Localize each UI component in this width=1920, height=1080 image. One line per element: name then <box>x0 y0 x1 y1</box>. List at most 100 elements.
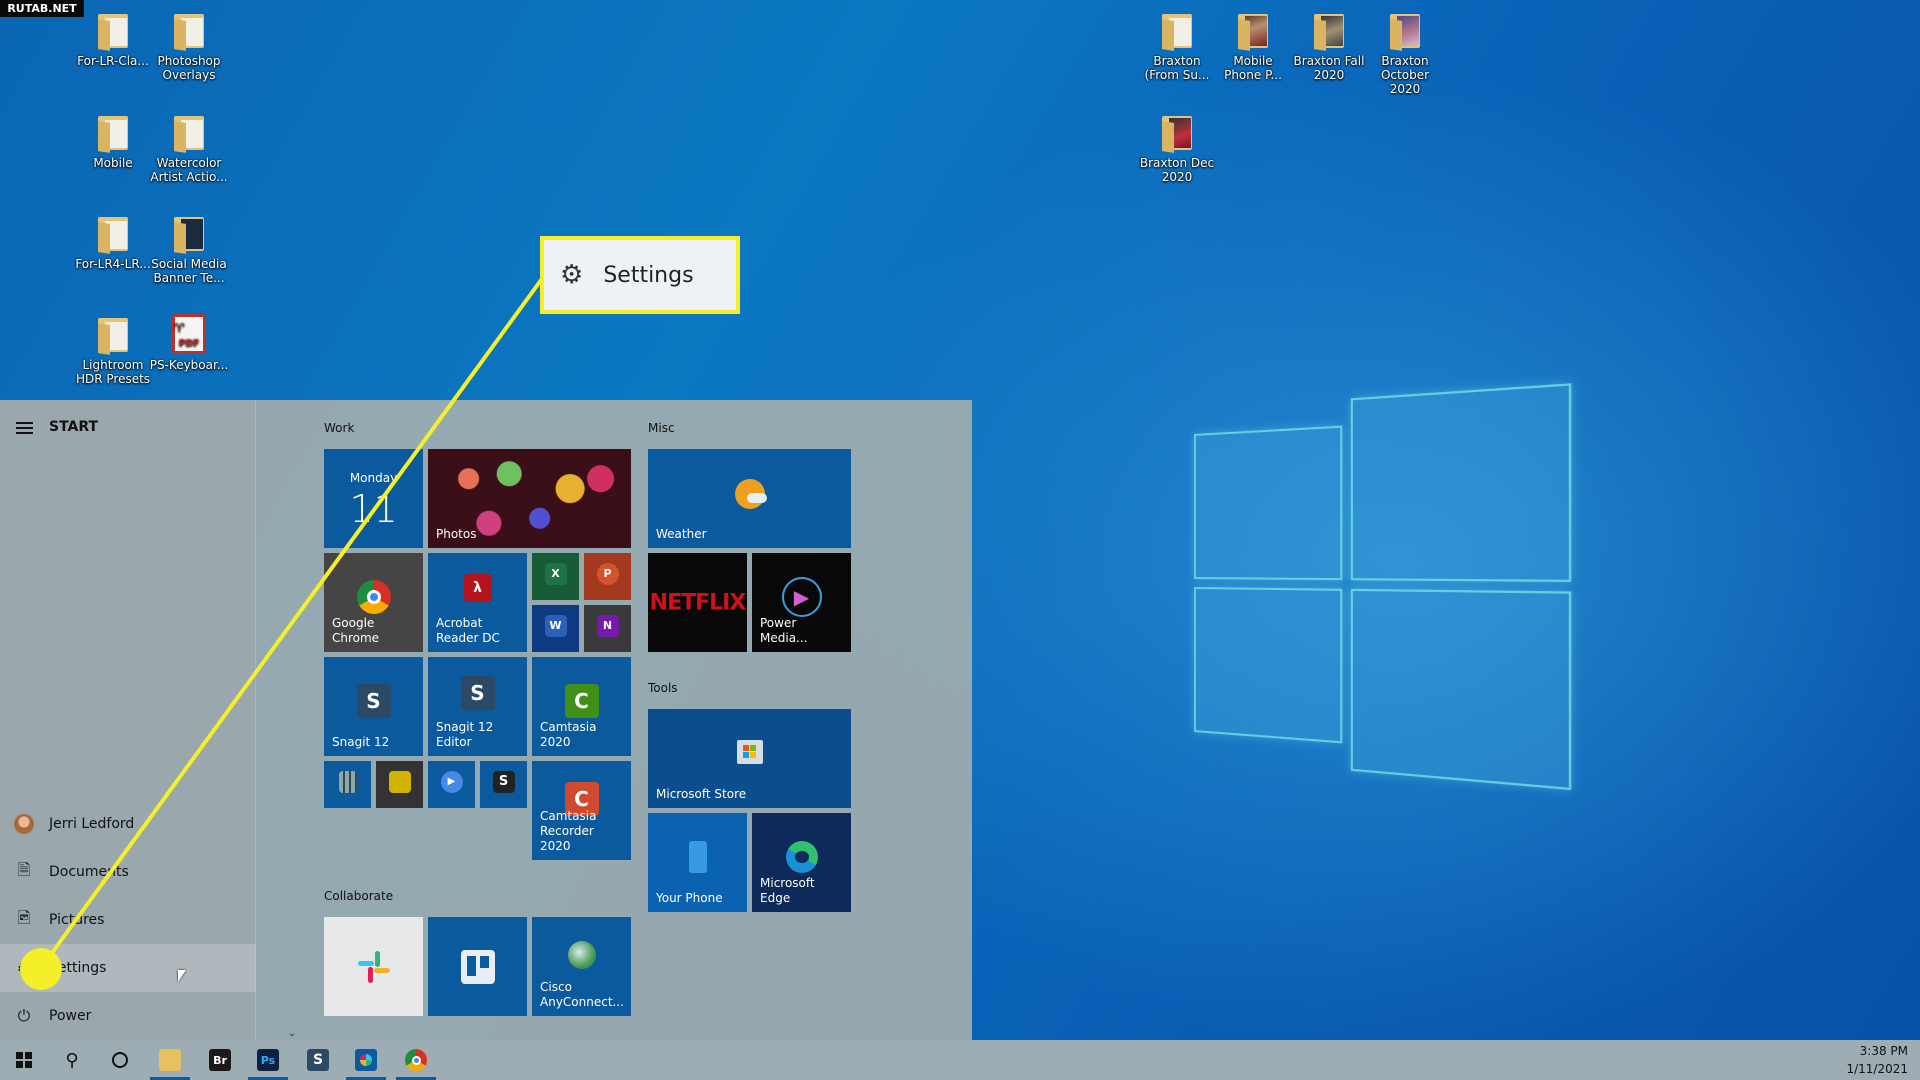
watermark: RUTAB.NET <box>0 0 84 17</box>
trello-icon <box>460 949 495 984</box>
chevron-down-icon[interactable]: ⌄ <box>288 1028 296 1039</box>
tile-sticky-notes[interactable] <box>376 761 423 808</box>
snagit-icon: S <box>356 683 391 718</box>
sidebar-item-documents[interactable]: 🗎 Documents <box>0 848 256 896</box>
taskbar-photoshop[interactable]: Ps <box>244 1040 292 1080</box>
tile-snagit-editor[interactable]: S Snagit 12 Editor <box>428 657 527 756</box>
tile-camtasia-recorder[interactable]: C Camtasia Recorder 2020 <box>532 761 631 860</box>
camtasia-icon: C <box>564 683 599 718</box>
taskbar-bridge[interactable]: Br <box>196 1040 244 1080</box>
cortana-circle-icon <box>112 1052 128 1068</box>
tile-your-phone[interactable]: Your Phone <box>648 813 747 912</box>
cisco-globe-icon <box>567 940 596 969</box>
pictures-icon: 🖻 <box>17 907 31 927</box>
taskbar: ⚲ Br Ps S 3:38 PM 1/11/2021 <box>0 1040 1920 1080</box>
snagit-editor-icon: S <box>460 675 495 710</box>
sticky-notes-icon <box>388 770 411 793</box>
phone-icon <box>688 840 707 873</box>
snagit-icon: S <box>307 1049 329 1071</box>
search-icon: ⚲ <box>65 1049 79 1071</box>
desktop-icon[interactable]: Mobile Phone P... <box>1213 10 1293 82</box>
document-icon: 🗎 <box>17 859 31 879</box>
tile-onenote[interactable]: N <box>584 605 631 652</box>
weather-icon <box>734 478 767 509</box>
excel-icon: X <box>544 562 567 585</box>
tile-microsoft-edge[interactable]: Microsoft Edge <box>752 813 851 912</box>
taskbar-file-explorer[interactable] <box>146 1040 194 1080</box>
search-button[interactable]: ⚲ <box>48 1040 96 1080</box>
start-menu: START Jerri Ledford 🗎 Documents 🖻 Pictur… <box>0 400 972 1040</box>
power-media-icon: ▶ <box>781 576 822 617</box>
gear-icon: ⚙ <box>560 260 584 290</box>
tile-scrivener[interactable]: S <box>480 761 527 808</box>
slack-icon <box>354 947 394 987</box>
start-menu-sidebar: START Jerri Ledford 🗎 Documents 🖻 Pictur… <box>0 400 256 1040</box>
desktop-icon[interactable]: Mobile <box>73 112 153 170</box>
tile-acrobat-reader[interactable]: λ Acrobat Reader DC <box>428 553 527 652</box>
tile-calendar[interactable]: Monday 11 <box>324 449 423 548</box>
tile-trello[interactable] <box>428 917 527 1016</box>
windows-logo-wallpaper <box>1194 354 1572 791</box>
clock-time: 3:38 PM <box>1859 1044 1908 1058</box>
tile-weather[interactable]: Weather <box>648 449 851 548</box>
powerpoint-icon: P <box>596 562 619 585</box>
group-label-work: Work <box>324 421 355 435</box>
tile-calculator[interactable] <box>324 761 371 808</box>
hamburger-menu-icon[interactable] <box>16 422 33 434</box>
settings-callout: ⚙ Settings <box>540 236 740 314</box>
taskbar-snagit[interactable]: S <box>294 1040 342 1080</box>
chrome-icon <box>356 579 391 614</box>
sidebar-item-pictures[interactable]: 🖻 Pictures <box>0 896 256 944</box>
calendar-day: Monday <box>349 471 398 485</box>
word-icon: W <box>544 614 567 637</box>
tile-word[interactable]: W <box>532 605 579 652</box>
tile-cisco-anyconnect[interactable]: Cisco AnyConnect... <box>532 917 631 1016</box>
sidebar-item-power[interactable]: ⏻ Power <box>0 992 256 1040</box>
desktop-icon[interactable]: Braxton Fall 2020 <box>1289 10 1369 82</box>
mouse-cursor <box>178 970 186 982</box>
desktop-icon[interactable]: Braxton (From Su... <box>1137 10 1217 82</box>
pdf-icon: PDF <box>172 314 206 354</box>
power-icon: ⏻ <box>17 1006 31 1025</box>
tile-excel[interactable]: X <box>532 553 579 600</box>
slack-icon <box>355 1049 377 1071</box>
desktop-icon[interactable]: Braxton October 2020 <box>1365 10 1445 96</box>
sidebar-item-user[interactable]: Jerri Ledford <box>0 800 256 848</box>
tile-google-chrome[interactable]: Google Chrome <box>324 553 423 652</box>
desktop-icon[interactable]: For-LR-Cla... <box>73 10 153 68</box>
scrivener-icon: S <box>492 770 515 793</box>
calendar-date: 11 <box>349 487 398 531</box>
desktop-icon[interactable]: Social Media Banner Te... <box>149 213 229 285</box>
tile-camtasia[interactable]: C Camtasia 2020 <box>532 657 631 756</box>
desktop-icon[interactable]: Watercolor Artist Actio... <box>149 112 229 184</box>
desktop-icon-pdf[interactable]: PDFPS-Keyboar... <box>149 314 229 372</box>
folder-icon <box>159 1049 181 1071</box>
tile-power-media[interactable]: ▶ Power Media... <box>752 553 851 652</box>
desktop-icon[interactable]: For-LR4-LR... <box>73 213 153 271</box>
tile-microsoft-store[interactable]: Microsoft Store <box>648 709 851 808</box>
desktop-icon[interactable]: Lightroom HDR Presets <box>73 314 153 386</box>
cortana-button[interactable] <box>96 1040 144 1080</box>
taskbar-clock[interactable]: 3:38 PM 1/11/2021 <box>1846 1042 1908 1078</box>
tile-netflix[interactable]: NETFLIX <box>648 553 747 652</box>
tile-powerpoint[interactable]: P <box>584 553 631 600</box>
chrome-icon <box>405 1049 427 1071</box>
start-button[interactable] <box>0 1040 48 1080</box>
windows-icon <box>16 1052 32 1068</box>
clock-date: 1/11/2021 <box>1846 1062 1908 1076</box>
start-title: START <box>49 419 99 435</box>
edge-icon <box>785 840 818 873</box>
taskbar-slack[interactable] <box>342 1040 390 1080</box>
tile-snagit[interactable]: S Snagit 12 <box>324 657 423 756</box>
tile-photos[interactable]: Photos <box>428 449 631 548</box>
photoshop-icon: Ps <box>257 1049 279 1071</box>
store-bag-icon <box>736 739 763 764</box>
group-label-tools: Tools <box>648 681 678 695</box>
desktop-icon[interactable]: Braxton Dec 2020 <box>1137 112 1217 184</box>
desktop-icon[interactable]: Photoshop Overlays <box>149 10 229 82</box>
group-label-collaborate: Collaborate <box>324 889 394 903</box>
tile-zoom[interactable]: ▶ <box>428 761 475 808</box>
netflix-logo: NETFLIX <box>649 590 747 615</box>
taskbar-chrome[interactable] <box>392 1040 440 1080</box>
tile-slack[interactable] <box>324 917 423 1016</box>
